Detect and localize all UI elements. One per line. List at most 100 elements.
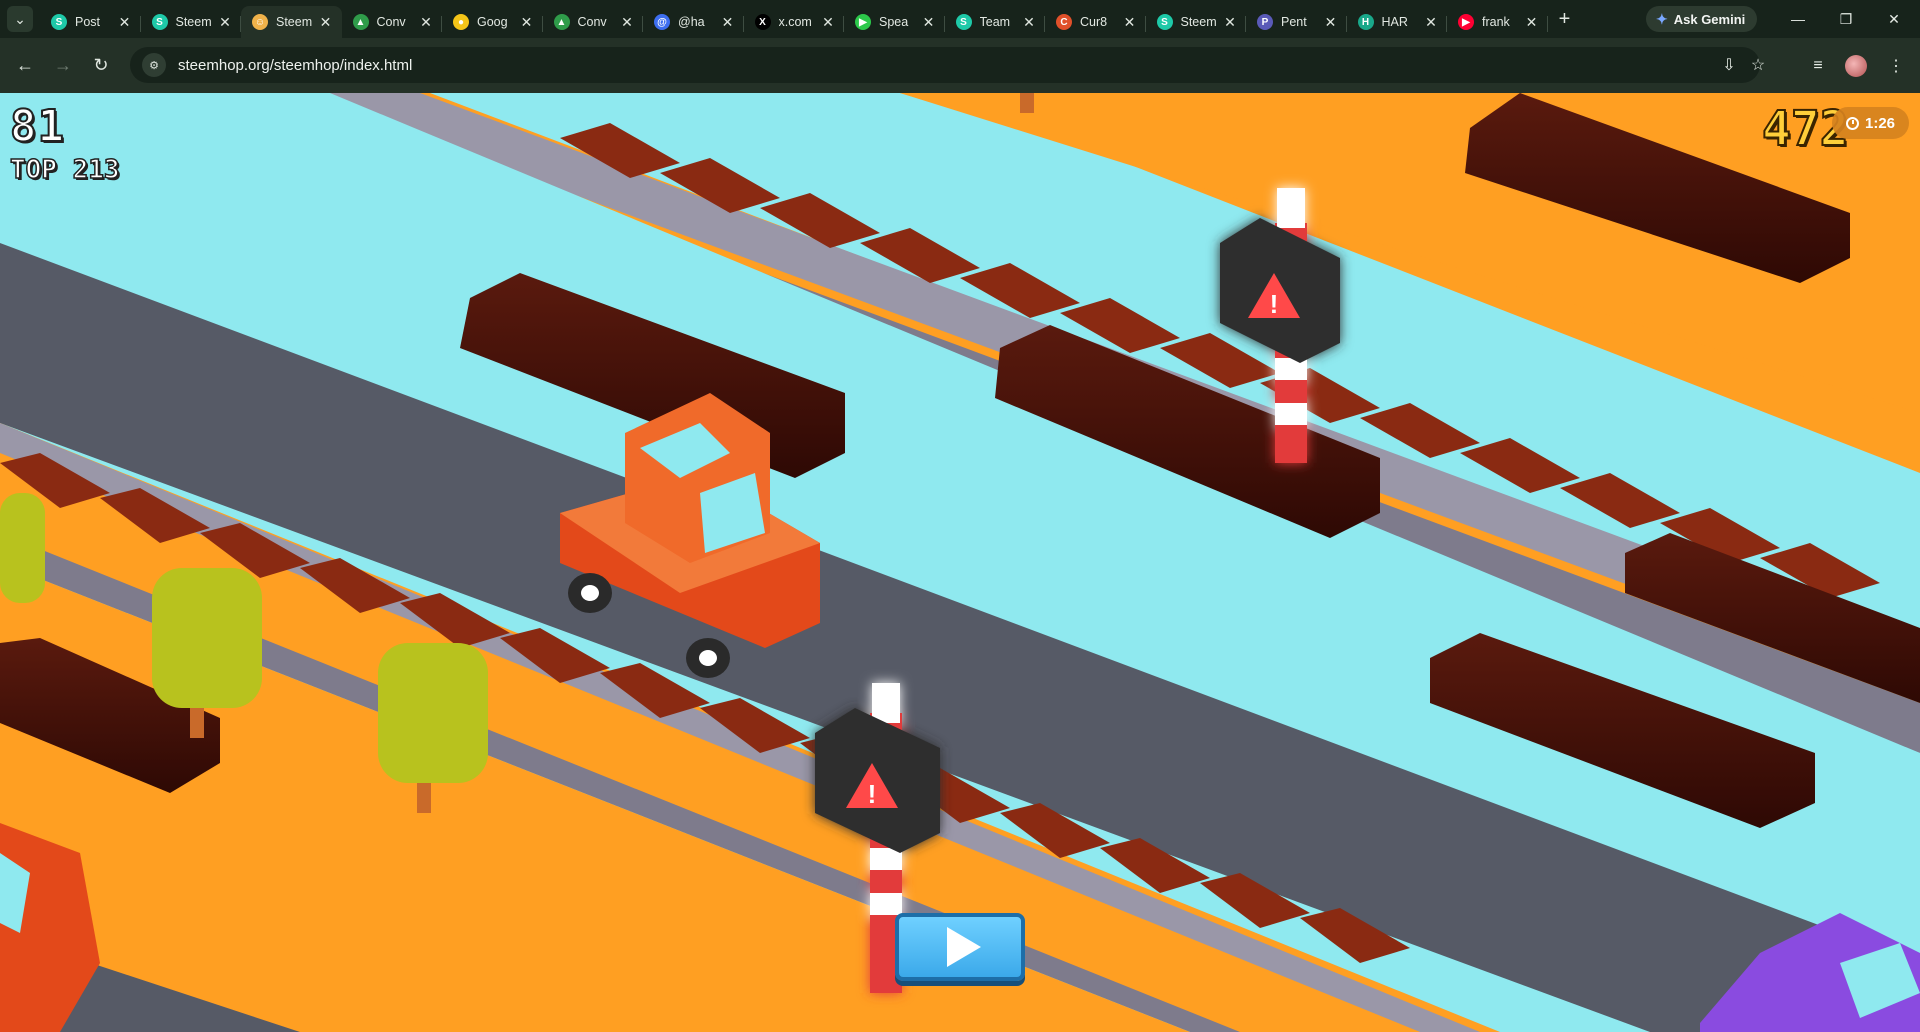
top-score: TOP 213 — [9, 154, 120, 186]
clock-icon — [1846, 116, 1859, 130]
tab-close-icon[interactable]: ✕ — [117, 14, 133, 31]
tab-title: frank — [1482, 15, 1510, 29]
tab-9[interactable]: S Team ✕ — [945, 6, 1045, 38]
tab-title: HAR — [1381, 15, 1408, 29]
tab-close-icon[interactable]: ✕ — [217, 14, 233, 31]
tab-6[interactable]: @ @ha ✕ — [643, 6, 744, 38]
svg-text:!: ! — [868, 779, 877, 809]
reload-icon: ↻ — [93, 55, 109, 75]
tab-4[interactable]: ● Goog ✕ — [442, 6, 543, 38]
chevron-down-icon: ⌄ — [7, 6, 33, 32]
tab-favicon-icon: S — [51, 14, 67, 30]
browser-menu-icon[interactable]: ⋮ — [1878, 38, 1914, 93]
tab-favicon-icon: ☺ — [252, 14, 268, 30]
tab-favicon-icon: ● — [453, 14, 469, 30]
bookmark-star-icon[interactable]: ☆ — [1742, 47, 1774, 83]
tab-favicon-icon: H — [1357, 14, 1374, 30]
browser-toolbar: ← → ↻ ⚙ steemhop.org/steemhop/index.html… — [0, 38, 1920, 93]
tab-close-icon[interactable]: ✕ — [418, 14, 434, 31]
tab-13[interactable]: H HAR ✕ — [1347, 6, 1447, 38]
tab-title: Conv — [376, 15, 406, 29]
tab-favicon-icon: ▲ — [553, 14, 570, 30]
tab-11[interactable]: S Steem ✕ — [1146, 6, 1246, 38]
site-info-icon[interactable]: ⚙ — [142, 53, 166, 77]
tab-title: Steem — [1180, 15, 1217, 29]
tab-close-icon[interactable]: ✕ — [820, 14, 836, 31]
tab-divider — [1546, 16, 1548, 32]
play-icon — [947, 927, 981, 967]
play-button[interactable] — [895, 913, 1025, 981]
tab-title: Post — [75, 15, 101, 29]
tab-favicon-icon: ▶ — [1458, 14, 1474, 30]
tab-favicon-icon: ▲ — [352, 14, 369, 30]
svg-text:!: ! — [1270, 289, 1279, 319]
arrow-right-icon: → — [54, 55, 72, 75]
tab-title: Steem — [276, 15, 313, 29]
tab-10[interactable]: C Cur8 ✕ — [1045, 6, 1146, 38]
install-app-icon[interactable]: ⇩ — [1713, 47, 1745, 83]
game-scene: ! ! — [0, 93, 1920, 1032]
tab-strip: ⌄ S Post ✕ S Steem ✕ ☺ Steem ✕ ▲ Conv ✕ ● Goog ✕ ▲ Conv ✕… — [0, 0, 1920, 38]
close-window-button[interactable]: ✕ — [1870, 0, 1918, 38]
tab-close-icon[interactable]: ✕ — [1222, 14, 1238, 31]
back-button[interactable]: ← — [6, 47, 44, 85]
new-tab-button[interactable]: + — [1548, 8, 1582, 31]
tab-close-icon[interactable]: ✕ — [519, 14, 535, 31]
tab-title: @ha — [678, 15, 705, 29]
tab-close-icon[interactable]: ✕ — [1122, 14, 1138, 31]
tab-2[interactable]: ☺ Steem ✕ — [241, 6, 342, 38]
tab-7[interactable]: Xx.com ✕ — [744, 6, 844, 38]
tab-favicon-icon: S — [955, 14, 972, 30]
profile-avatar[interactable] — [1838, 38, 1874, 93]
tab-search-button[interactable]: ⌄ — [0, 0, 40, 38]
tab-close-icon[interactable]: ✕ — [1323, 14, 1339, 31]
tab-5[interactable]: ▲ Conv ✕ — [543, 6, 643, 38]
tab-title: Spea — [879, 15, 909, 29]
restore-button[interactable]: ❐ — [1822, 0, 1870, 38]
tab-close-icon[interactable]: ✕ — [619, 14, 635, 31]
tab-title: Team — [979, 15, 1011, 29]
tab-title: Pent — [1281, 15, 1307, 29]
tab-8[interactable]: ▶ Spea ✕ — [844, 6, 945, 38]
tab-favicon-icon: X — [754, 14, 771, 30]
game-canvas[interactable]: ! ! 81 TOP 213 472 1:26 — [0, 93, 1920, 1032]
tab-close-icon[interactable]: ✕ — [720, 14, 736, 31]
tab-title: Conv — [577, 15, 607, 29]
tab-3[interactable]: ▲ Conv ✕ — [342, 6, 442, 38]
tab-favicon-icon: S — [151, 14, 168, 30]
tab-close-icon[interactable]: ✕ — [921, 14, 937, 31]
media-controls-icon[interactable]: ≡ — [1800, 38, 1836, 93]
timer-badge: 1:26 — [1832, 107, 1910, 139]
score-counter: 81 — [9, 100, 65, 153]
tab-close-icon[interactable]: ✕ — [1524, 14, 1540, 31]
address-bar[interactable]: ⚙ steemhop.org/steemhop/index.html ⇩ ☆ — [130, 47, 1765, 83]
tab-favicon-icon: ▶ — [855, 14, 871, 30]
minimize-button[interactable]: — — [1774, 0, 1822, 38]
tab-title: Cur8 — [1080, 15, 1108, 29]
gemini-sparkle-icon: ✦ — [1656, 10, 1668, 27]
ask-gemini-label: Ask Gemini — [1673, 11, 1746, 27]
tab-title: Steem — [175, 15, 212, 29]
reload-button[interactable]: ↻ — [82, 47, 120, 85]
timer-value: 1:26 — [1865, 114, 1896, 132]
tab-favicon-icon: @ — [654, 14, 670, 30]
tab-list: S Post ✕ S Steem ✕ ☺ Steem ✕ ▲ Conv ✕ ● Goog ✕ ▲ Conv ✕ @ @… — [40, 0, 1548, 38]
tab-close-icon[interactable]: ✕ — [318, 14, 334, 31]
tab-0[interactable]: S Post ✕ — [40, 6, 141, 38]
tab-12[interactable]: P Pent ✕ — [1246, 6, 1347, 38]
forward-button[interactable]: → — [44, 47, 82, 85]
ask-gemini-button[interactable]: ✦ Ask Gemini — [1646, 6, 1758, 32]
tab-1[interactable]: S Steem ✕ — [141, 6, 241, 38]
tab-favicon-icon: S — [1156, 14, 1173, 30]
tab-title: Goog — [477, 15, 508, 29]
tree-3 — [0, 493, 45, 603]
tab-favicon-icon: P — [1257, 14, 1273, 30]
tab-14[interactable]: ▶ frank ✕ — [1447, 6, 1548, 38]
tree-trunk-top — [1020, 93, 1034, 113]
arrow-left-icon: ← — [16, 55, 34, 75]
tab-close-icon[interactable]: ✕ — [1021, 14, 1037, 31]
url-text: steemhop.org/steemhop/index.html — [178, 56, 413, 74]
avatar — [1845, 54, 1867, 77]
tab-title: x.com — [778, 15, 812, 29]
tab-close-icon[interactable]: ✕ — [1423, 14, 1439, 31]
